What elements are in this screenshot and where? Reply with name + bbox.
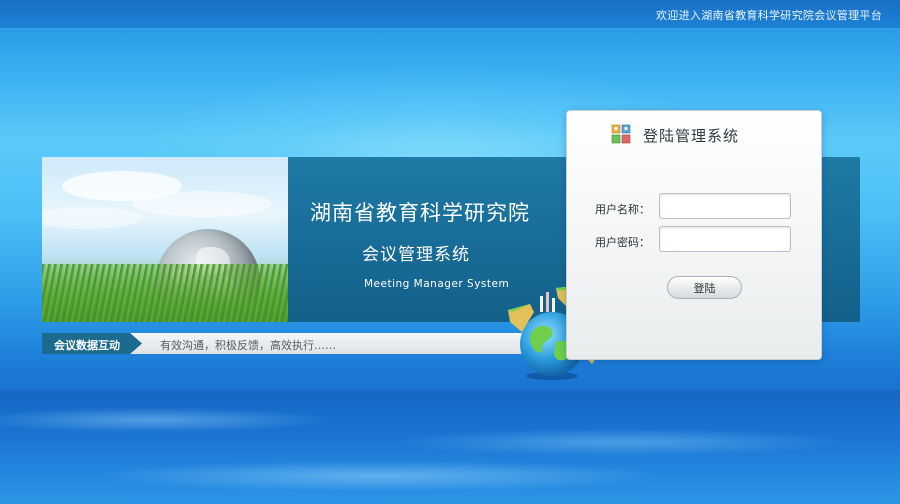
username-input[interactable]	[659, 193, 791, 219]
slogan-text: 有效沟通，积极反馈，高效执行……	[160, 339, 336, 352]
banner-subtitle: 会议管理系统	[362, 245, 470, 265]
username-label: 用户名称：	[595, 203, 650, 216]
slogan-tag-label: 会议数据互动	[54, 339, 120, 352]
login-button[interactable]: 登陆	[667, 276, 742, 299]
banner-english-title: Meeting Manager System	[364, 278, 510, 290]
grass-decoration	[42, 264, 288, 322]
password-label: 用户密码：	[595, 236, 650, 249]
banner-photo	[42, 157, 288, 322]
ocean-waves	[0, 390, 900, 504]
login-title: 登陆管理系统	[643, 127, 740, 145]
top-bar: 欢迎进入湖南省教育科学研究院会议管理平台	[0, 0, 900, 29]
login-header: 登陆管理系统	[567, 111, 821, 155]
password-input[interactable]	[659, 226, 791, 252]
welcome-text: 欢迎进入湖南省教育科学研究院会议管理平台	[656, 9, 882, 22]
banner-title: 湖南省教育科学研究院	[310, 201, 530, 225]
login-panel: 登陆管理系统 用户名称： 用户密码： 登陆	[566, 110, 822, 360]
app-grid-icon	[611, 124, 631, 144]
